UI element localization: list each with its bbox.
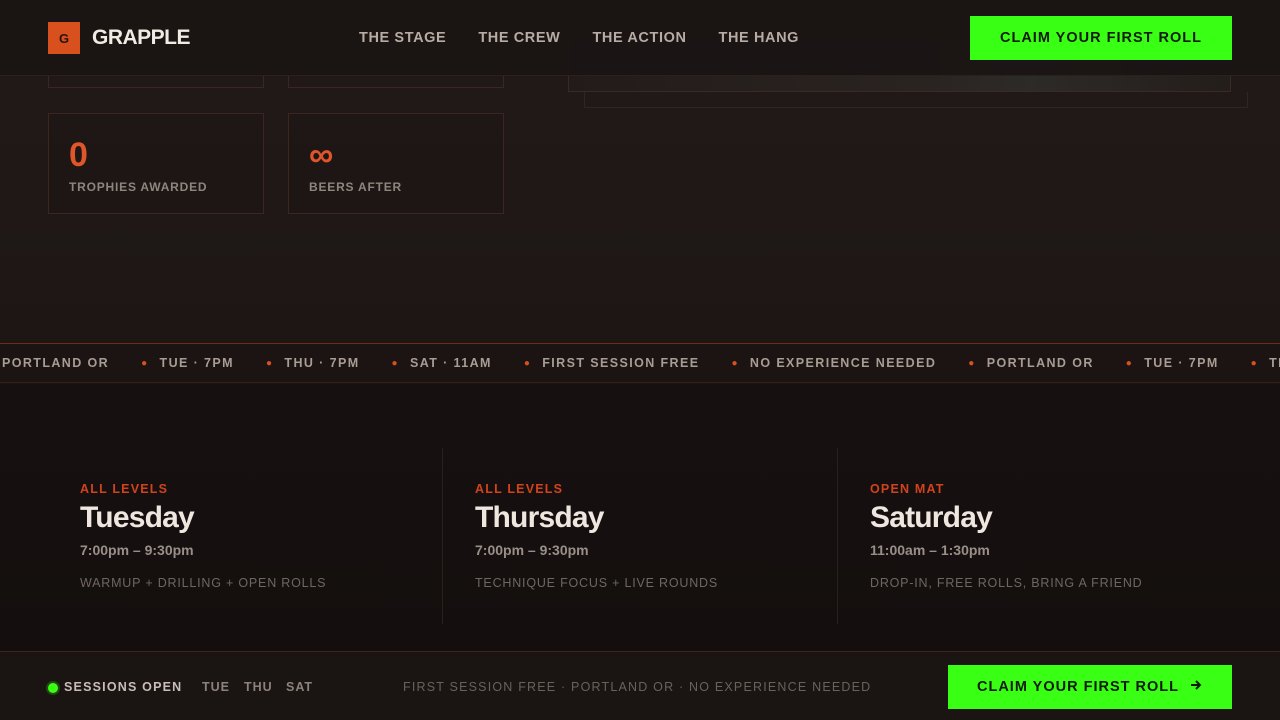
stat-card-trophies: 0 TROPHIES AWARDED <box>48 113 264 214</box>
ticker-item: ● SAT · 11AM <box>391 356 492 370</box>
stat-label: TROPHIES AWARDED <box>69 180 208 194</box>
stat-card-partial <box>48 76 264 88</box>
ticker-item: ● FIRST SESSION FREE <box>523 356 700 370</box>
ticker-item: ●THU · 7PM <box>265 356 360 370</box>
session-day: Tuesday <box>80 501 195 534</box>
ticker-item: ● TUE · 7PM <box>1125 356 1219 370</box>
hero-image-offset-frame <box>584 92 1248 108</box>
nav-link-action[interactable]: THE ACTION <box>592 30 686 46</box>
bullet-icon: ● <box>523 357 532 369</box>
session-description: WARMUP + DRILLING + OPEN ROLLS <box>80 576 327 590</box>
session-description: DROP-IN, FREE ROLLS, BRING A FRIEND <box>870 576 1143 590</box>
claim-first-roll-bottom-button[interactable]: CLAIM YOUR FIRST ROLL <box>948 665 1232 709</box>
logo-mark[interactable]: G <box>48 22 80 54</box>
ticker-item: ●THU · 7PM <box>1250 356 1280 370</box>
bullet-icon: ● <box>265 357 274 369</box>
schedule-thursday: ALL LEVELS Thursday 7:00pm – 9:30pm TECH… <box>442 448 837 624</box>
claim-first-roll-button[interactable]: CLAIM YOUR FIRST ROLL <box>970 16 1232 60</box>
ticker-item: ● NO EXPERIENCE NEEDED <box>731 356 937 370</box>
nav-link-stage[interactable]: THE STAGE <box>359 30 446 46</box>
stat-card-beers: ∞ BEERS AFTER <box>288 113 504 214</box>
status-dot-icon <box>48 683 58 693</box>
bullet-icon: ● <box>141 357 149 369</box>
session-time: 7:00pm – 9:30pm <box>475 542 589 558</box>
session-tag: ALL LEVELS <box>475 482 564 496</box>
main-nav: THE STAGE THE CREW THE ACTION THE HANG <box>359 30 799 46</box>
ticker-item: PORTLAND OR <box>2 356 110 370</box>
session-day: Saturday <box>870 501 993 534</box>
session-time: 11:00am – 1:30pm <box>870 542 990 558</box>
stat-value: 0 <box>69 136 88 174</box>
session-description: TECHNIQUE FOCUS + LIVE ROUNDS <box>475 576 719 590</box>
nav-link-crew[interactable]: THE CREW <box>478 30 560 46</box>
bullet-icon: ● <box>391 357 399 369</box>
status-label: SESSIONS OPEN <box>64 680 183 694</box>
bullet-icon: ● <box>731 357 739 369</box>
ticker-item: ● PORTLAND OR <box>968 356 1094 370</box>
stat-value: ∞ <box>309 136 334 174</box>
stat-label: BEERS AFTER <box>309 180 403 194</box>
info-ticker: PORTLAND OR ● TUE · 7PM ● THU · 7PM ● SAT ·… <box>0 343 1280 383</box>
bottom-info-text: FIRST SESSION FREE · PORTLAND OR · NO EX… <box>403 680 872 694</box>
session-time: 7:00pm – 9:30pm <box>80 542 194 558</box>
session-tag: OPEN MAT <box>870 482 945 496</box>
bullet-icon: ● <box>968 357 976 369</box>
bullet-icon: ● <box>1125 357 1134 369</box>
brand-name[interactable]: GRAPPLE <box>92 26 191 50</box>
sticky-bottom-bar: SESSIONS OPEN TUE THU SAT FIRST SESSION … <box>0 651 1280 720</box>
bullet-icon: ● <box>1250 357 1259 369</box>
schedule-tuesday: ALL LEVELS Tuesday 7:00pm – 9:30pm WARMU… <box>48 448 443 624</box>
bottom-day-sat: SAT <box>286 680 314 694</box>
arrow-right-icon <box>1189 678 1203 696</box>
nav-link-hang[interactable]: THE HANG <box>719 30 800 46</box>
bottom-day-tue: TUE <box>202 680 230 694</box>
schedule-saturday: OPEN MAT Saturday 11:00am – 1:30pm DROP-… <box>837 448 1232 624</box>
ticker-item: ● TUE · 7PM <box>141 356 234 370</box>
stat-card-partial <box>288 76 504 88</box>
session-day: Thursday <box>475 501 604 534</box>
bottom-day-thu: THU <box>244 680 273 694</box>
cta-label: CLAIM YOUR FIRST ROLL <box>977 679 1179 695</box>
session-tag: ALL LEVELS <box>80 482 169 496</box>
site-header: G GRAPPLE THE STAGE THE CREW THE ACTION … <box>0 0 1280 76</box>
ticker-track: PORTLAND OR ● TUE · 7PM ● THU · 7PM ● SAT ·… <box>2 356 1280 370</box>
